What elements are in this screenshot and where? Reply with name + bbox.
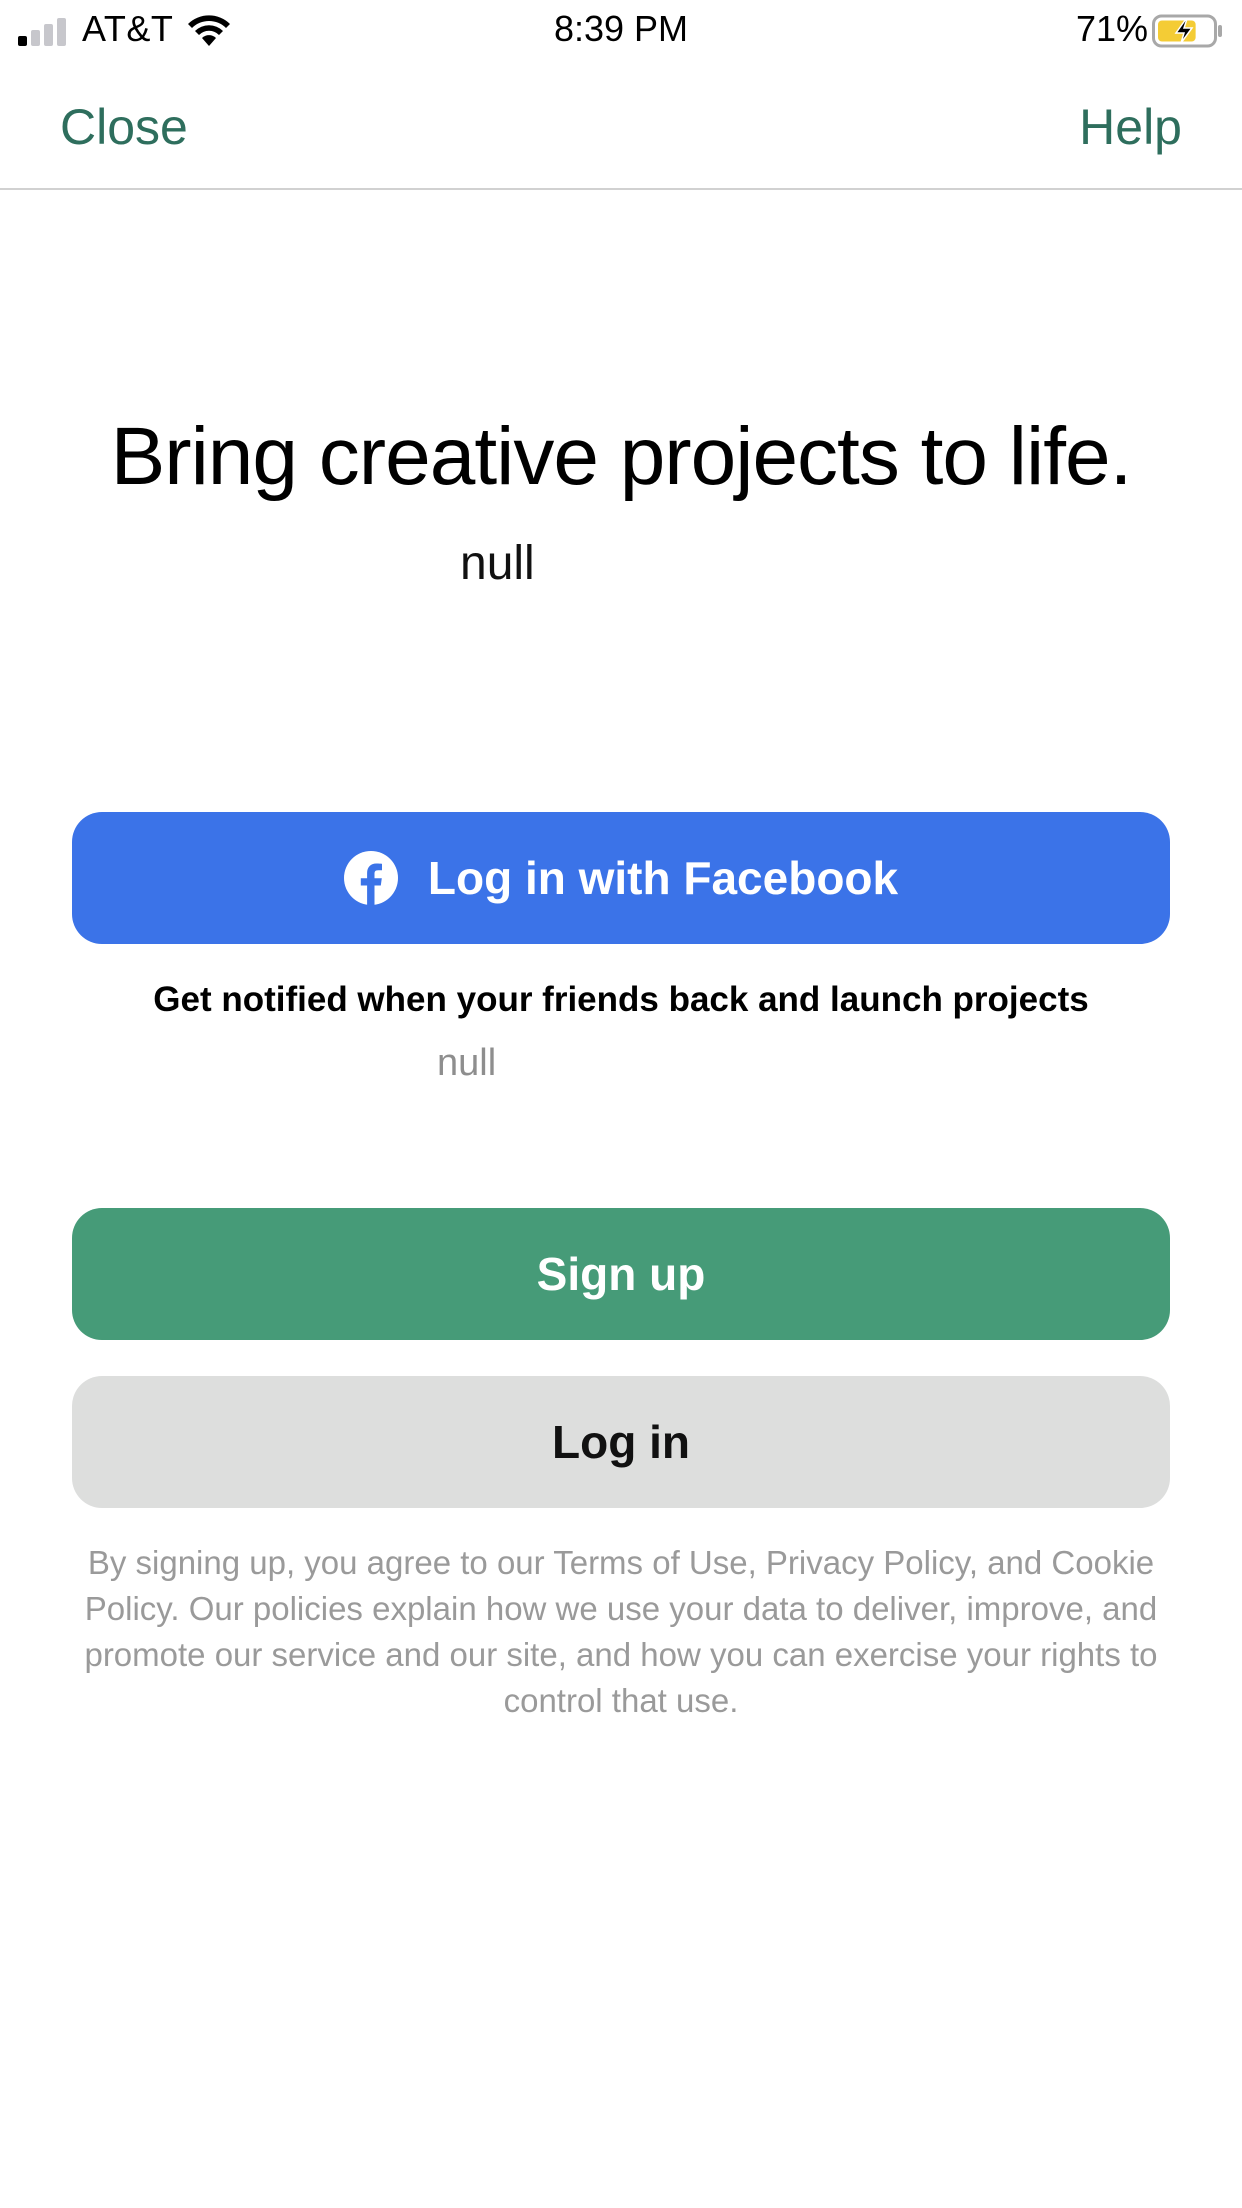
close-button[interactable]: Close <box>60 98 188 156</box>
facebook-note-subtitle: null <box>437 1042 497 1084</box>
clock-time: 8:39 PM <box>553 8 689 49</box>
legal-disclaimer: By signing up, you agree to our Terms of… <box>84 1544 1158 1719</box>
facebook-login-label: Log in with Facebook <box>427 852 899 904</box>
page-title: Bring creative projects to life. <box>110 411 1133 502</box>
status-bar: AT&T 8:39 PM 71% <box>0 0 1242 60</box>
log-in-button[interactable]: Log in <box>72 1376 1170 1508</box>
facebook-icon <box>343 851 398 905</box>
battery-charging-icon <box>1152 14 1222 48</box>
help-button[interactable]: Help <box>1079 98 1182 156</box>
navigation-bar: Close Help <box>0 60 1242 190</box>
log-in-label: Log in <box>552 1416 690 1468</box>
facebook-login-button[interactable]: Log in with Facebook <box>72 812 1170 944</box>
sign-up-button[interactable]: Sign up <box>72 1208 1170 1340</box>
page-subtitle: null <box>460 537 535 590</box>
battery-percent: 71% <box>1075 8 1148 49</box>
facebook-benefit-note: Get notified when your friends back and … <box>153 980 1089 1019</box>
sign-up-label: Sign up <box>536 1248 706 1300</box>
